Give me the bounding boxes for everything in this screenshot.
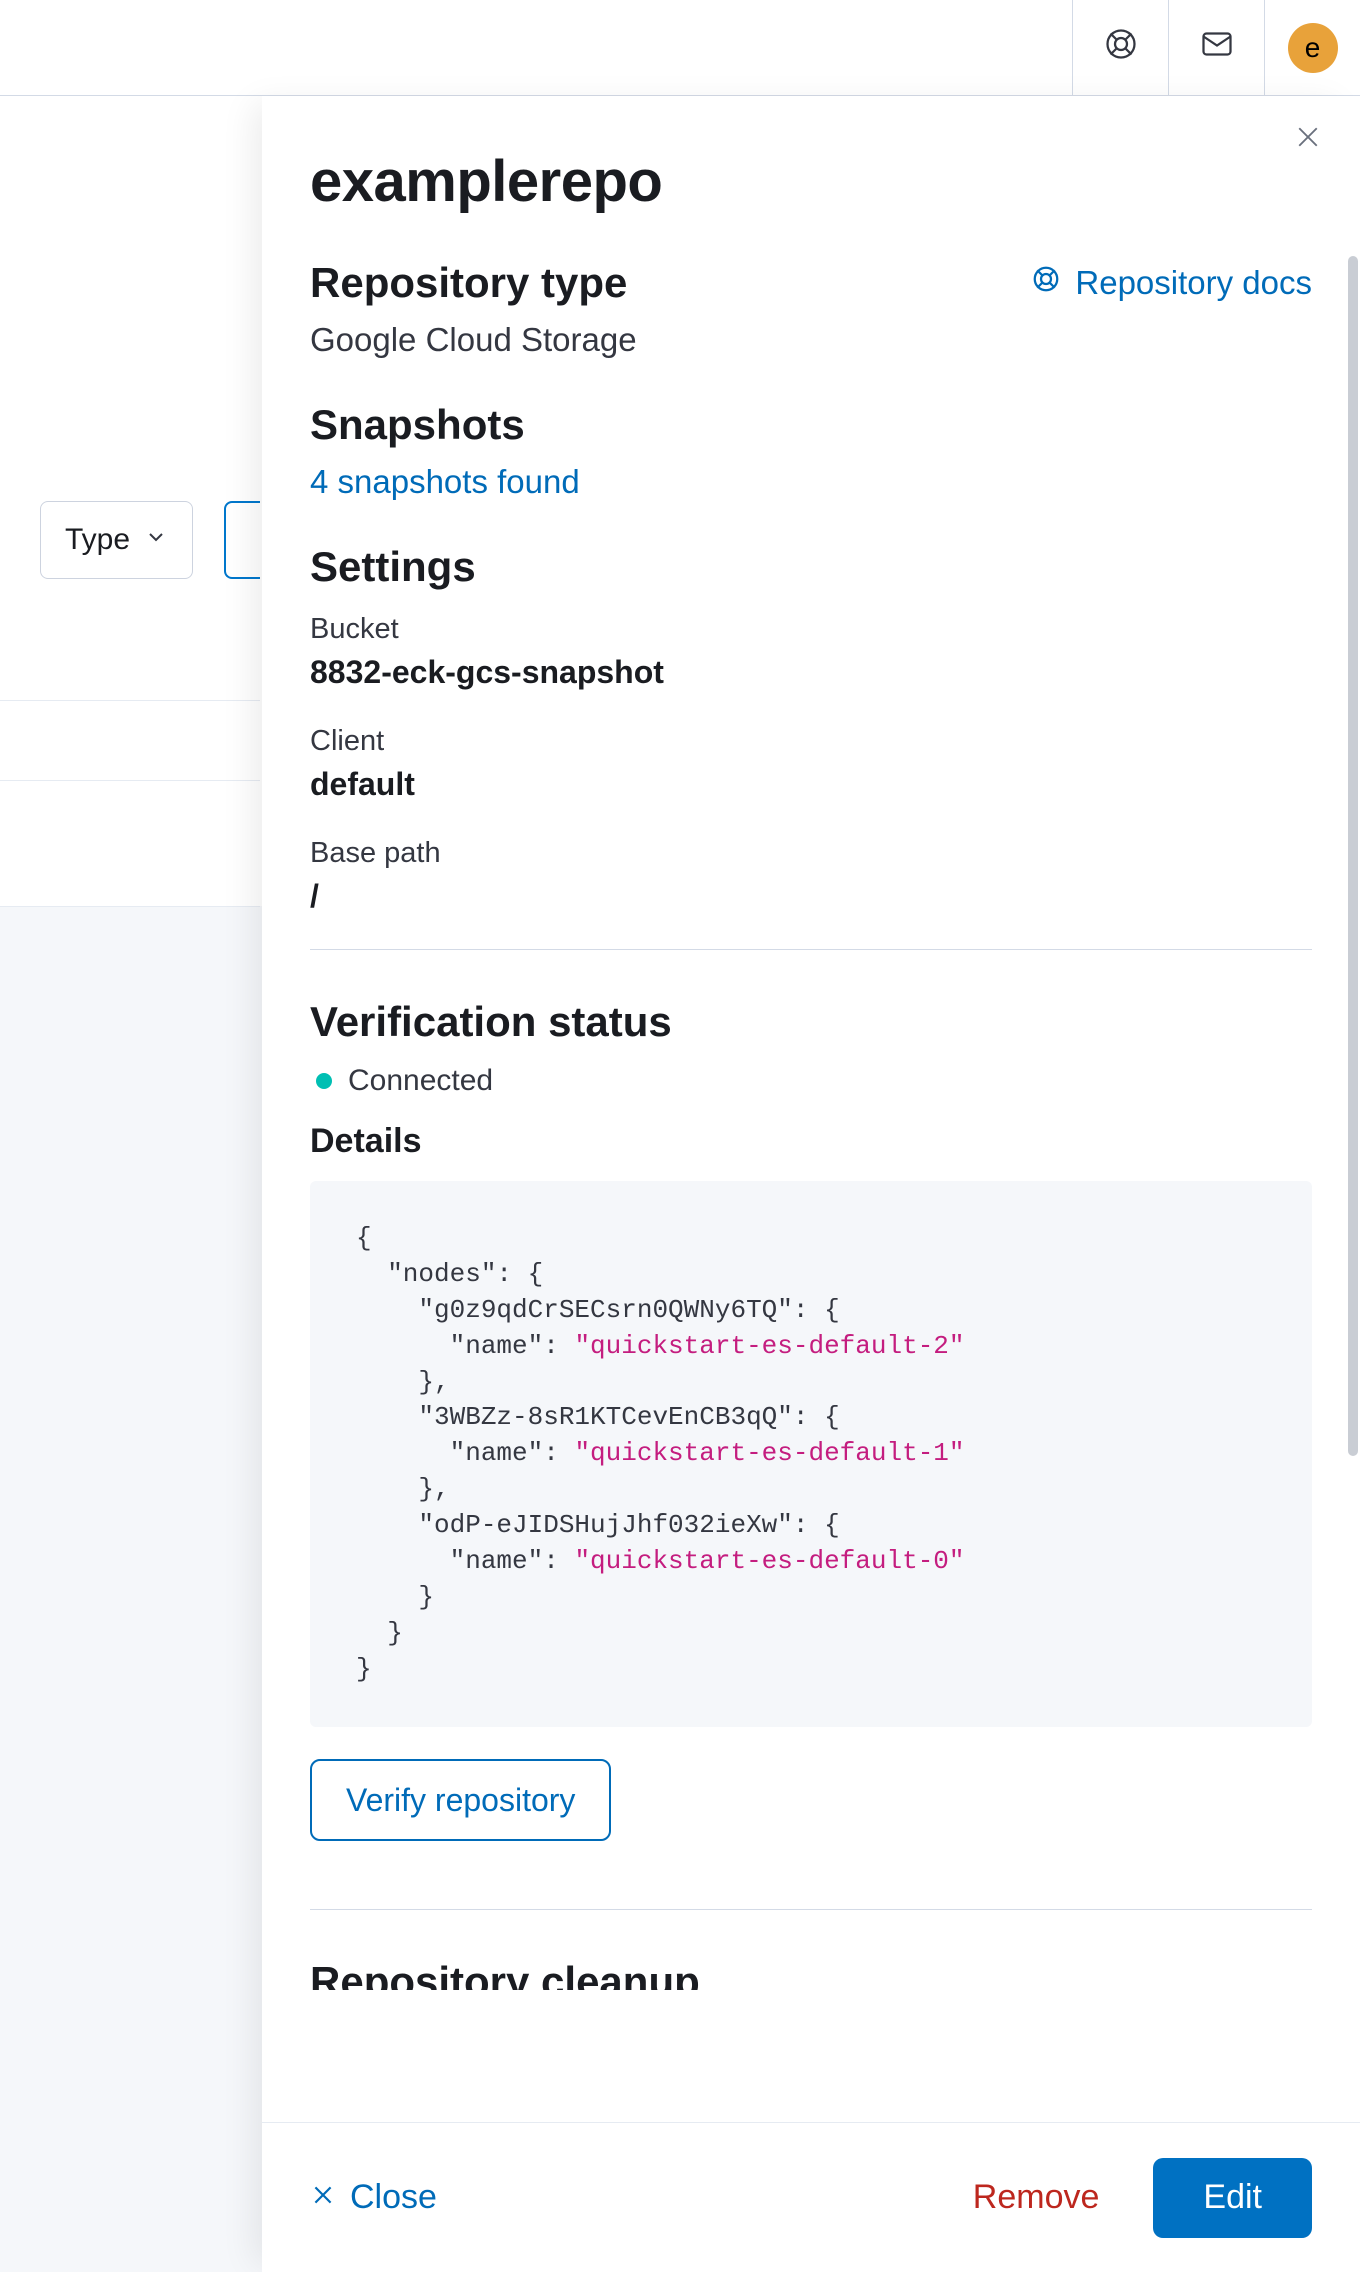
client-label: Client: [310, 725, 1312, 758]
type-filter[interactable]: Type: [40, 501, 193, 579]
bg-divider: [0, 906, 260, 907]
basepath-label: Base path: [310, 837, 1312, 870]
footer-close-button[interactable]: Close: [310, 2178, 437, 2217]
inbox-button[interactable]: [1168, 0, 1264, 96]
client-value: default: [310, 766, 1312, 803]
adjacent-filter-edge: [224, 501, 260, 579]
help-button[interactable]: [1072, 0, 1168, 96]
settings-heading: Settings: [310, 543, 1312, 591]
status-text: Connected: [348, 1064, 493, 1098]
divider: [310, 949, 1312, 950]
details-heading: Details: [310, 1122, 1312, 1161]
verify-repository-button[interactable]: Verify repository: [310, 1759, 611, 1841]
type-filter-label: Type: [65, 523, 130, 557]
footer-edit-button[interactable]: Edit: [1153, 2158, 1312, 2238]
status-dot-icon: [316, 1073, 332, 1089]
verification-heading: Verification status: [310, 998, 1312, 1046]
repository-type-heading: Repository type: [310, 259, 627, 307]
basepath-value: /: [310, 878, 1312, 915]
verification-details-code: { "nodes": { "g0z9qdCrSECsrn0QWNy6TQ": {…: [310, 1181, 1312, 1727]
lifebuoy-icon: [1031, 264, 1061, 302]
bg-divider: [0, 780, 260, 781]
chevron-down-icon: [144, 523, 168, 557]
flyout-footer: Close Remove Edit: [262, 2122, 1360, 2272]
top-header: e: [0, 0, 1360, 96]
close-icon: [310, 2178, 336, 2217]
bucket-value: 8832-eck-gcs-snapshot: [310, 654, 1312, 691]
repository-cleanup-heading: Repository cleanup: [310, 1958, 1312, 1990]
bucket-label: Bucket: [310, 613, 1312, 646]
user-menu-button[interactable]: e: [1264, 0, 1360, 96]
footer-remove-button[interactable]: Remove: [973, 2178, 1100, 2217]
lifebuoy-icon: [1103, 26, 1139, 69]
avatar: e: [1288, 23, 1338, 73]
snapshots-heading: Snapshots: [310, 401, 1312, 449]
verification-status: Connected: [310, 1064, 1312, 1098]
repository-docs-link[interactable]: Repository docs: [1031, 264, 1312, 302]
repository-flyout: examplerepo Repository type Repository d…: [262, 96, 1360, 2272]
repository-type-value: Google Cloud Storage: [310, 321, 1312, 359]
divider: [310, 1909, 1312, 1910]
mail-icon: [1199, 26, 1235, 69]
snapshots-found-link[interactable]: 4 snapshots found: [310, 463, 1312, 501]
bg-divider: [0, 700, 260, 701]
footer-close-label: Close: [350, 2178, 437, 2217]
repository-docs-label: Repository docs: [1075, 264, 1312, 302]
flyout-title: examplerepo: [310, 148, 1312, 215]
